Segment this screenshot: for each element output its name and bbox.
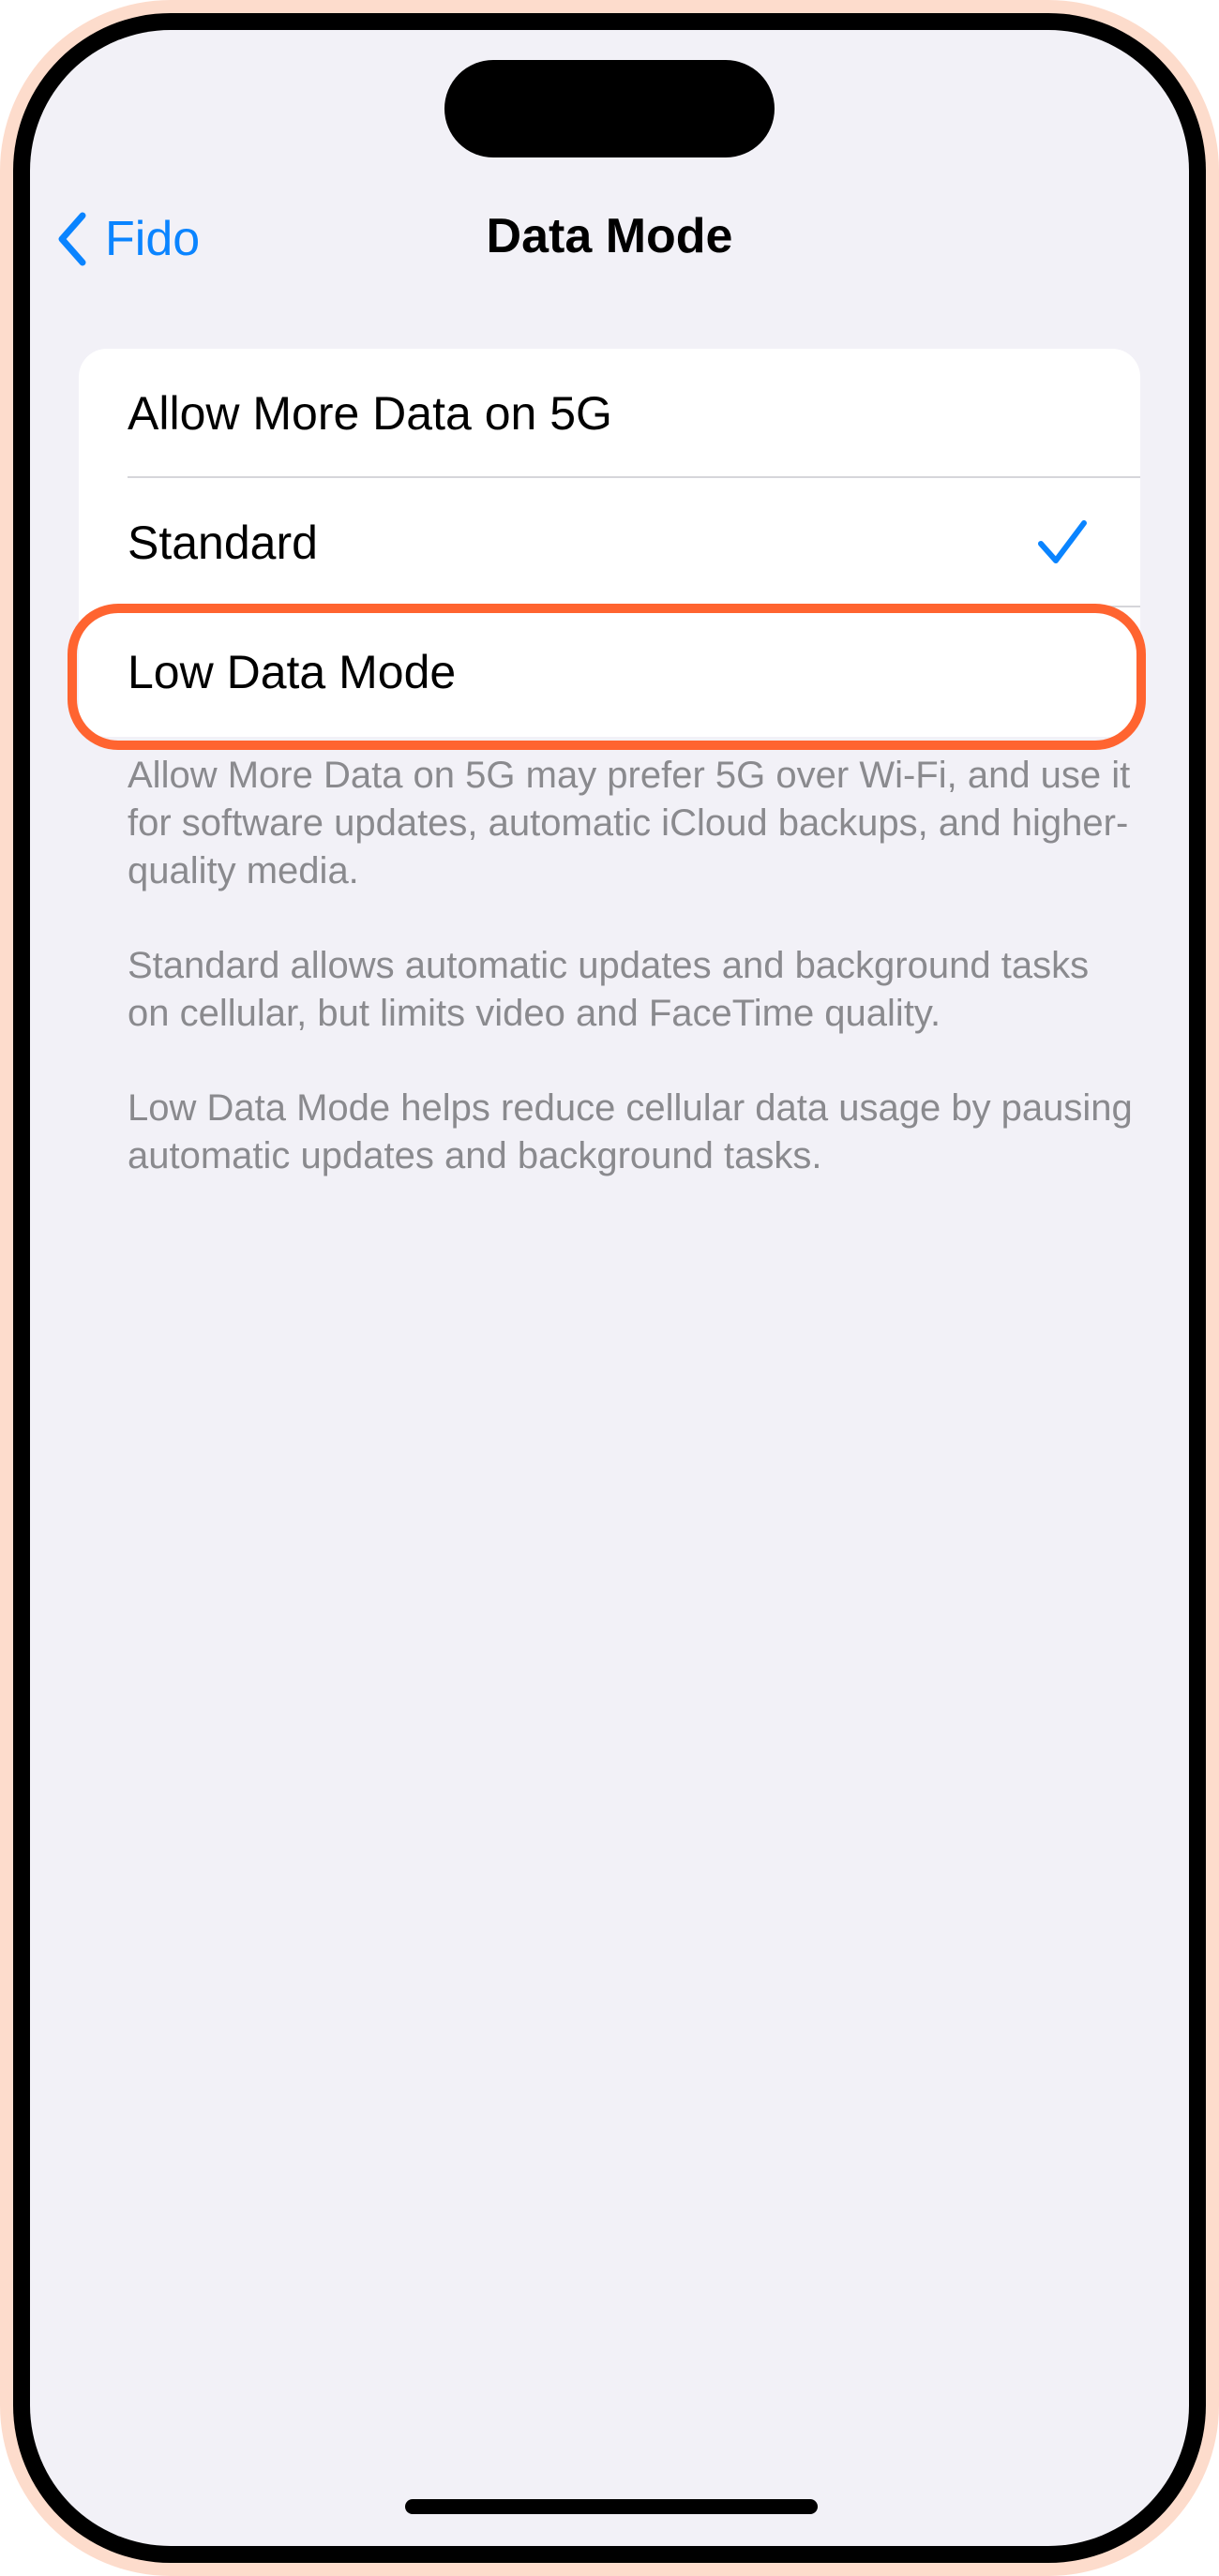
option-label: Allow More Data on 5G	[128, 387, 612, 440]
option-label: Standard	[128, 517, 318, 569]
checkmark-icon	[1038, 520, 1087, 563]
footer-paragraph: Allow More Data on 5G may prefer 5G over…	[128, 755, 1131, 891]
option-allow-more-data[interactable]: Allow More Data on 5G	[79, 349, 1140, 478]
data-mode-options: Allow More Data on 5G Standard Low Data …	[79, 349, 1140, 737]
option-low-data-mode[interactable]: Low Data Mode	[79, 607, 1140, 737]
home-indicator[interactable]	[405, 2499, 818, 2514]
option-label: Low Data Mode	[128, 646, 457, 698]
option-standard[interactable]: Standard	[79, 478, 1140, 607]
options-footer: Allow More Data on 5G may prefer 5G over…	[128, 752, 1140, 1227]
dynamic-island	[444, 60, 775, 157]
phone-screen: Fido Data Mode Allow More Data on 5G Sta…	[30, 30, 1189, 2546]
footer-paragraph: Low Data Mode helps reduce cellular data…	[128, 1087, 1133, 1176]
page-title: Data Mode	[486, 209, 733, 263]
footer-paragraph: Standard allows automatic updates and ba…	[128, 945, 1090, 1034]
